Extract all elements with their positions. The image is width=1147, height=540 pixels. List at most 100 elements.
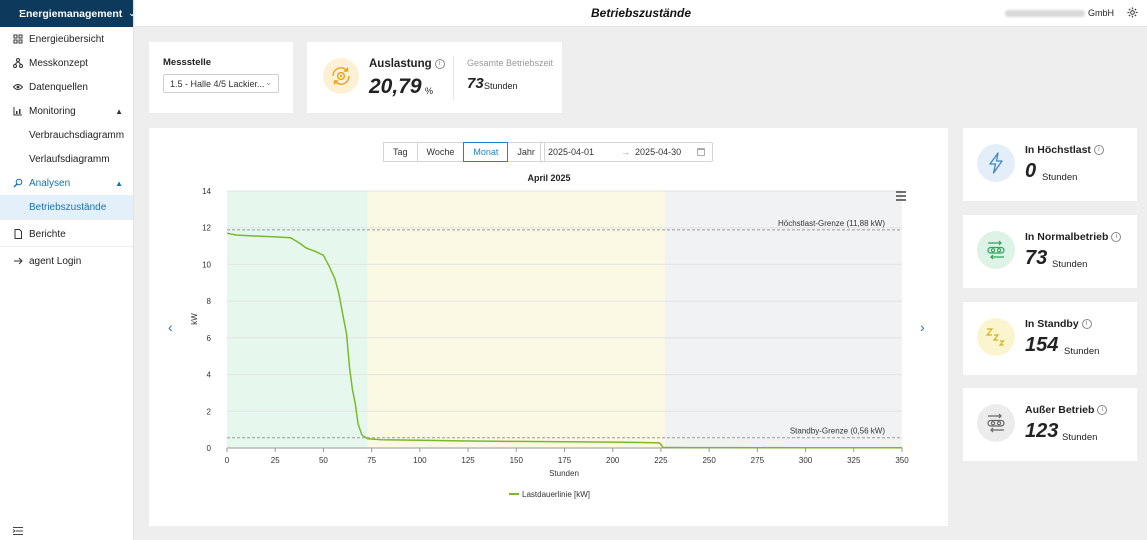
nav-label: Datenquellen [29,81,88,93]
nav-label: Betriebszustände [29,201,107,213]
x-tick-label: 275 [751,456,765,465]
x-tick-label: 200 [606,456,620,465]
kpi-title: Außer Betrieb i [1025,404,1108,416]
company-suffix: GmbH [1087,8,1114,18]
x-tick-label: 350 [895,456,909,465]
x-tick-label: 75 [367,456,376,465]
x-tick-label: 250 [702,456,716,465]
legend-label: Lastdauerlinie [kW] [522,490,590,499]
kpi-title: In Höchstlast i [1025,144,1104,156]
x-tick-label: 175 [558,456,572,465]
info-icon[interactable]: i [434,59,445,69]
off-switch-icon [987,413,1005,433]
gear-cycle-icon [323,58,359,94]
threshold-label: Standby-Grenze (0,56 kW) [790,427,885,436]
x-axis-label: Stunden [549,469,579,478]
x-tick-label: 125 [461,456,475,465]
nav-verlaufsdiagramm[interactable]: Verlaufsdiagramm [0,147,133,171]
redacted-company-name [1004,9,1085,17]
y-tick-label: 10 [202,260,211,269]
app-switcher[interactable]: Energiemanagement ⌄ [0,0,136,27]
kpi-title-text: In Normalbetrieb [1025,231,1109,243]
nav-label: Berichte [29,228,66,240]
nav-verbrauchsdiagramm[interactable]: Verbrauchsdiagramm [0,123,133,147]
lightning-icon [989,152,1003,174]
kpi-normalbetrieb-card: In Normalbetrieb i 73 Stunden [963,215,1137,288]
collapse-menu-icon[interactable] [13,527,23,535]
y-tick-label: 6 [207,334,212,343]
nav-analysen[interactable]: Analysen ▲ [0,171,133,195]
toggle-flow-icon [987,240,1005,260]
kpi-icon-bg [977,231,1015,269]
nav-label: Energieübersicht [29,33,105,45]
kpi-unit: Stunden [1062,432,1098,443]
y-axis-label: kW [190,313,199,325]
top-header: Betriebszustände GmbH [135,0,1147,27]
y-tick-label: 2 [207,407,212,416]
nav-monitoring[interactable]: Monitoring ▲ [0,99,133,123]
kpi-title-text: Außer Betrieb [1025,404,1095,416]
x-tick-label: 325 [847,456,861,465]
bar-chart-icon [13,106,23,116]
hierarchy-icon [13,58,23,68]
kpi-title-text: In Höchstlast [1025,144,1091,156]
chart-card: Tag Woche Monat Jahr 2025-04-01 → 2025-0… [149,128,948,526]
kpi-title: In Normalbetrieb i [1025,231,1122,243]
betriebszeit-unit: Stunden [484,81,518,91]
betriebszeit-value: 73 [467,75,484,92]
eye-icon [13,82,23,92]
sleep-zzz-icon [985,328,1005,346]
nav-label: Analysen [29,177,71,189]
nav-label: agent Login [29,255,82,267]
info-icon[interactable]: i [1111,232,1122,242]
chevron-up-icon: ▲ [115,178,123,188]
y-tick-label: 8 [207,297,212,306]
chart-title: April 2025 [527,173,570,183]
kpi-title-text: In Standby [1025,318,1079,330]
threshold-label: Höchstlast-Grenze (11,88 kW) [778,219,885,228]
messstelle-selected-value: 1.5 - Halle 4/5 Lackier... [170,78,265,89]
nav-label: Verlaufsdiagramm [29,153,110,165]
gear-icon[interactable] [1127,7,1138,18]
divider [0,246,133,247]
kpi-unit: Stunden [1052,259,1088,270]
messstelle-label: Messstelle [163,57,212,68]
search-icon [13,178,23,188]
x-tick-label: 225 [654,456,668,465]
kpi-standby-card: In Standby i 154 Stunden [963,302,1137,375]
y-tick-label: 0 [207,444,212,453]
period-monat-button[interactable]: Monat [463,142,509,162]
kpi-title: In Standby i [1025,318,1092,330]
nav-betriebszustaende[interactable]: Betriebszustände [0,195,133,219]
kpi-hoechstlast-card: In Höchstlast i 0 Stunden [963,128,1137,201]
x-tick-label: 100 [413,456,427,465]
betriebszeit-label: Gesamte Betriebszeit [467,58,554,68]
y-tick-label: 4 [207,371,212,380]
grid-icon [13,34,23,44]
x-tick-label: 150 [510,456,524,465]
nav-agent-login[interactable]: agent Login [0,249,133,273]
kpi-value: 123 [1025,420,1059,442]
kpi-value: 73 [1025,247,1048,269]
arrow-right-icon [13,256,23,266]
kpi-value: 154 [1025,334,1059,356]
page-title: Betriebszustände [590,6,692,20]
auslastung-unit: % [425,86,434,96]
kpi-icon-bg [977,318,1015,356]
nav-berichte[interactable]: Berichte [0,222,133,246]
kpi-unit: Stunden [1064,346,1100,357]
info-icon[interactable]: i [1093,145,1104,155]
auslastung-value: 20,79 [369,75,422,98]
info-icon[interactable]: i [1097,405,1108,415]
company-name: GmbH [1004,8,1114,18]
y-tick-label: 14 [202,187,211,196]
nav-messkonzept[interactable]: Messkonzept [0,51,133,75]
nav-datenquellen[interactable]: Datenquellen [0,75,133,99]
info-icon[interactable]: i [1081,319,1092,329]
x-tick-label: 300 [799,456,813,465]
divider [0,219,133,220]
messstelle-select[interactable]: 1.5 - Halle 4/5 Lackier... ⌄ [163,74,279,93]
nav-energieuebersicht[interactable]: Energieübersicht [0,27,133,51]
x-tick-label: 0 [225,456,230,465]
document-icon [13,229,23,239]
